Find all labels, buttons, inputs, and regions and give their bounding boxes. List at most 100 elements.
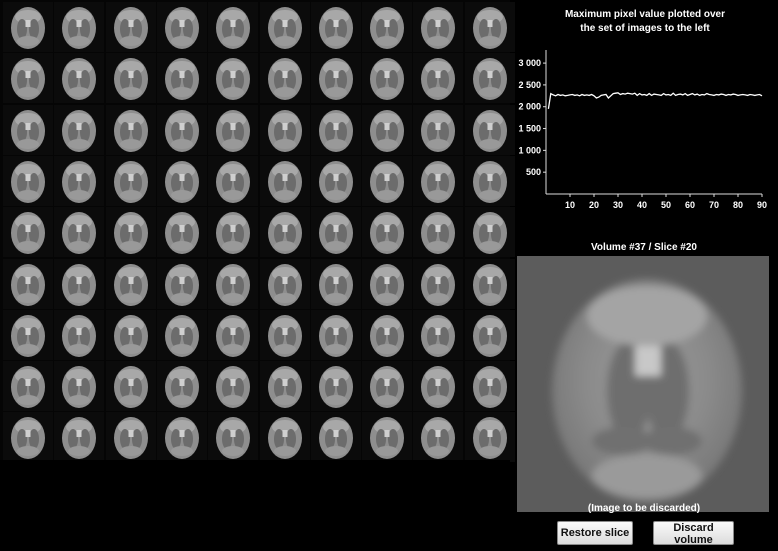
slice-thumbnail[interactable] — [208, 309, 259, 360]
slice-thumbnail[interactable] — [413, 104, 464, 155]
discard-volume-button[interactable]: Discard volume — [653, 521, 734, 546]
slice-thumbnail[interactable] — [54, 53, 105, 104]
slice-thumbnail[interactable] — [464, 412, 515, 463]
slice-thumbnail[interactable] — [310, 104, 361, 155]
slice-thumbnail[interactable] — [156, 258, 207, 309]
slice-thumbnail[interactable] — [413, 412, 464, 463]
slice-thumbnail[interactable] — [362, 155, 413, 206]
slice-thumbnail[interactable] — [413, 258, 464, 309]
slice-thumbnail[interactable] — [310, 258, 361, 309]
slice-thumbnail[interactable] — [156, 2, 207, 52]
slice-thumbnail[interactable] — [362, 361, 413, 412]
slice-thumbnail[interactable] — [310, 207, 361, 258]
brain-thumbnail — [259, 309, 310, 360]
slice-thumbnail[interactable] — [3, 207, 53, 258]
slice-thumbnail[interactable] — [54, 361, 105, 412]
slice-thumbnail[interactable] — [54, 104, 105, 155]
slice-thumbnail[interactable] — [54, 309, 105, 360]
y-tick-label: 2 500 — [518, 80, 541, 90]
slice-thumbnail[interactable] — [54, 2, 105, 52]
slice-thumbnail[interactable] — [208, 258, 259, 309]
slice-thumbnail[interactable] — [310, 53, 361, 104]
slice-thumbnail[interactable] — [464, 2, 515, 52]
slice-thumbnail[interactable] — [413, 361, 464, 412]
slice-thumbnail[interactable] — [362, 309, 413, 360]
slice-thumbnail[interactable] — [464, 258, 515, 309]
slice-thumbnail[interactable] — [259, 53, 310, 104]
slice-thumbnail[interactable] — [156, 412, 207, 463]
slice-thumbnail[interactable] — [156, 207, 207, 258]
slice-thumbnail[interactable] — [259, 2, 310, 52]
slice-thumbnail[interactable] — [208, 412, 259, 463]
slice-thumbnail[interactable] — [464, 361, 515, 412]
slice-thumbnail[interactable] — [310, 309, 361, 360]
brain-thumbnail — [464, 258, 515, 309]
slice-thumbnail[interactable] — [413, 207, 464, 258]
slice-thumbnail[interactable] — [310, 412, 361, 463]
slice-thumbnail[interactable] — [259, 155, 310, 206]
slice-thumbnail[interactable] — [464, 53, 515, 104]
slice-thumbnail[interactable] — [259, 104, 310, 155]
slice-thumbnail[interactable] — [208, 207, 259, 258]
slice-thumbnail[interactable] — [105, 2, 156, 52]
slice-thumbnail[interactable] — [413, 2, 464, 52]
slice-thumbnail[interactable] — [413, 309, 464, 360]
slice-thumbnail[interactable] — [3, 104, 53, 155]
slice-thumbnail[interactable] — [362, 53, 413, 104]
slice-thumbnail[interactable] — [105, 258, 156, 309]
slice-thumbnail[interactable] — [3, 361, 53, 412]
slice-thumbnail[interactable] — [105, 309, 156, 360]
slice-thumbnail[interactable] — [156, 361, 207, 412]
slice-thumbnail[interactable] — [413, 155, 464, 206]
slice-thumbnail[interactable] — [310, 155, 361, 206]
slice-thumbnail[interactable] — [156, 53, 207, 104]
slice-thumbnail[interactable] — [259, 361, 310, 412]
brain-thumbnail — [54, 309, 105, 360]
slice-thumbnail[interactable] — [464, 155, 515, 206]
slice-thumbnail[interactable] — [464, 309, 515, 360]
slice-thumbnail[interactable] — [259, 207, 310, 258]
restore-slice-button[interactable]: Restore slice — [557, 521, 633, 545]
slice-thumbnail[interactable] — [362, 258, 413, 309]
slice-thumbnail[interactable] — [208, 104, 259, 155]
slice-thumbnail[interactable] — [362, 207, 413, 258]
slice-thumbnail[interactable] — [362, 104, 413, 155]
slice-thumbnail[interactable] — [3, 412, 53, 463]
brain-thumbnail — [413, 155, 464, 206]
slice-thumbnail[interactable] — [105, 53, 156, 104]
slice-thumbnail[interactable] — [54, 258, 105, 309]
slice-thumbnail[interactable] — [259, 309, 310, 360]
slice-thumbnail[interactable] — [464, 104, 515, 155]
slice-thumbnail[interactable] — [3, 53, 53, 104]
slice-thumbnail[interactable] — [105, 412, 156, 463]
slice-thumbnail[interactable] — [208, 155, 259, 206]
slice-thumbnail[interactable] — [208, 2, 259, 52]
slice-thumbnail[interactable] — [362, 412, 413, 463]
slice-thumbnail[interactable] — [54, 207, 105, 258]
slice-thumbnail[interactable] — [54, 155, 105, 206]
slice-thumbnail[interactable] — [54, 412, 105, 463]
slice-thumbnail[interactable] — [105, 361, 156, 412]
slice-thumbnail[interactable] — [3, 2, 53, 52]
slice-thumbnail[interactable] — [3, 309, 53, 360]
slice-thumbnail[interactable] — [208, 53, 259, 104]
slice-thumbnail[interactable] — [105, 104, 156, 155]
slice-thumbnail[interactable] — [156, 104, 207, 155]
slice-thumbnail[interactable] — [3, 258, 53, 309]
slice-thumbnail[interactable] — [105, 155, 156, 206]
slice-thumbnail[interactable] — [3, 155, 53, 206]
slice-thumbnail[interactable] — [259, 412, 310, 463]
slice-thumbnail[interactable] — [464, 207, 515, 258]
slice-thumbnail[interactable] — [310, 361, 361, 412]
slice-thumbnail[interactable] — [310, 2, 361, 52]
slice-thumbnail[interactable] — [208, 361, 259, 412]
slice-thumbnail[interactable] — [413, 53, 464, 104]
slice-thumbnail[interactable] — [362, 2, 413, 52]
slice-thumbnail[interactable] — [105, 207, 156, 258]
slice-thumbnail[interactable] — [156, 309, 207, 360]
brain-thumbnail — [156, 53, 207, 104]
brain-thumbnail — [259, 412, 310, 463]
slice-thumbnail[interactable] — [156, 155, 207, 206]
brain-thumbnail — [464, 309, 515, 360]
slice-thumbnail[interactable] — [259, 258, 310, 309]
